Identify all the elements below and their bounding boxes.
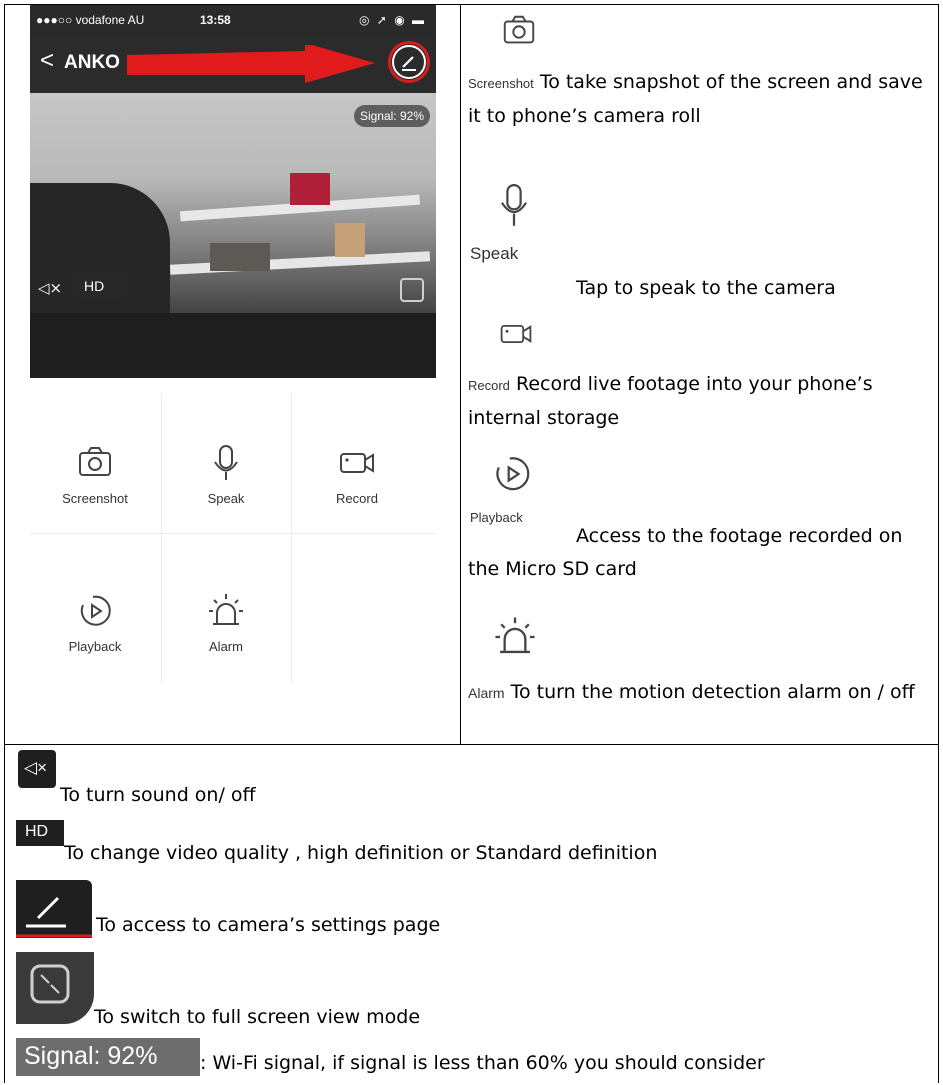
record-caption: Record: [468, 378, 510, 393]
hd-badge: HD: [16, 820, 64, 846]
sound-legend: To turn sound on/ off: [60, 784, 256, 806]
scene-box: [210, 243, 270, 271]
signal-legend: : Wi-Fi signal, if signal is less than 6…: [200, 1052, 765, 1074]
screenshot-label: Screenshot: [62, 491, 128, 506]
alarm-text: To turn the motion detection alarm on / …: [510, 681, 915, 703]
speak-text: Tap to speak to the camera: [576, 277, 836, 299]
playback-icon: [496, 457, 530, 491]
pencil-icon: [16, 880, 92, 938]
playback-text: Access to the footage recorded on the Mi…: [468, 525, 903, 580]
record-text: Record live footage into your phone’s in…: [468, 373, 873, 429]
signal-badge: Signal: 92%: [353, 105, 430, 127]
status-icons: ◎ ➚ ◉ ▬: [359, 13, 426, 27]
alarm-caption: Alarm: [468, 685, 505, 701]
microphone-icon: [214, 445, 238, 480]
screenshot-button[interactable]: Screenshot: [30, 393, 160, 533]
record-label: Record: [336, 491, 378, 506]
video-camera-icon: [340, 453, 374, 473]
settings-legend: To access to camera’s settings page: [96, 914, 441, 936]
speak-label: Speak: [207, 491, 245, 506]
fullscreen-icon: [16, 952, 94, 1024]
alarm-label: Alarm: [209, 639, 243, 654]
alarm-description: Alarm To turn the motion detection alarm…: [468, 676, 933, 710]
red-arrow-annotation: [127, 45, 375, 83]
hd-quality-button[interactable]: HD: [70, 273, 135, 299]
fullscreen-legend: To switch to full screen view mode: [94, 1006, 421, 1028]
speak-button[interactable]: Speak: [161, 393, 291, 533]
status-bar: ●●●○○ vodafone AU 13:58 ◎ ➚ ◉ ▬: [30, 5, 436, 35]
camera-icon: [503, 15, 535, 44]
pencil-icon: [402, 56, 416, 71]
clock: 13:58: [200, 13, 231, 27]
scene-box: [290, 173, 330, 205]
speak-caption: Speak: [470, 244, 519, 263]
signal-badge: Signal: 92%: [16, 1038, 200, 1076]
record-button[interactable]: Record: [292, 393, 422, 533]
mute-icon: ◁×: [18, 750, 56, 788]
signal-badge-label: Signal: 92%: [24, 1042, 158, 1070]
screenshot-text: To take snapshot of the screen and save …: [468, 71, 923, 127]
scene-shelf: [169, 251, 431, 275]
screenshot-description: Screenshot To take snapshot of the scree…: [468, 66, 933, 133]
nav-bar: < ANKO: [30, 35, 436, 93]
playback-icon: [80, 595, 111, 626]
back-icon[interactable]: <: [40, 47, 54, 75]
alarm-button[interactable]: Alarm: [161, 541, 291, 681]
row-divider: [4, 744, 939, 745]
alarm-icon: [209, 594, 243, 625]
playback-button[interactable]: Playback: [30, 541, 160, 681]
mute-icon[interactable]: ◁×: [38, 279, 62, 297]
screenshot-caption: Screenshot: [468, 76, 534, 91]
fullscreen-icon[interactable]: [400, 278, 424, 302]
record-description: Record Record live footage into your pho…: [468, 368, 933, 435]
playback-label: Playback: [68, 639, 122, 654]
alarm-icon: [495, 617, 535, 654]
edit-settings-button[interactable]: [388, 41, 430, 83]
device-title: ANKO: [64, 52, 120, 73]
column-divider: [460, 4, 461, 745]
video-camera-icon: [500, 325, 532, 343]
control-grid: Screenshot Speak Record Playback Alarm: [30, 393, 436, 693]
carrier-label: ●●●○○ vodafone AU: [36, 13, 145, 27]
hd-legend: To change video quality , high definitio…: [64, 842, 658, 864]
scene-box: [335, 223, 365, 257]
phone-screenshot: ●●●○○ vodafone AU 13:58 ◎ ➚ ◉ ▬ < ANKO S…: [30, 5, 436, 742]
scene-floor: [30, 313, 436, 378]
live-video-feed[interactable]: Signal: 92% ◁× HD: [30, 93, 436, 378]
microphone-icon: [500, 184, 528, 226]
camera-icon: [79, 447, 111, 476]
hd-badge-label: HD: [25, 823, 49, 840]
